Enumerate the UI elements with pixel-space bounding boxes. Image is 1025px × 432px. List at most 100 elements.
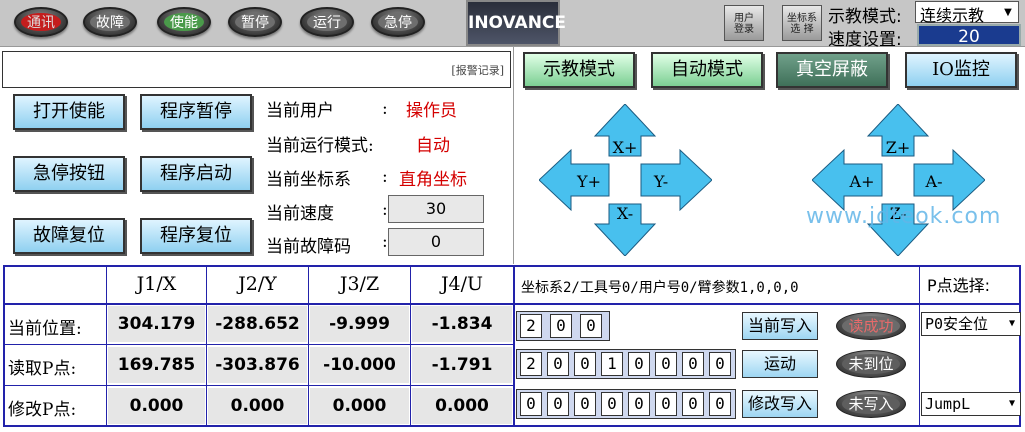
modify-j1-input[interactable]: 0.000 bbox=[108, 388, 205, 424]
xy-jog-pad: X+ X- Y+ Y- bbox=[539, 104, 712, 256]
divider bbox=[513, 265, 515, 427]
program-start-button[interactable]: 程序启动 bbox=[140, 156, 252, 192]
digit-cell: 0 bbox=[547, 352, 569, 376]
program-pause-button[interactable]: 程序暂停 bbox=[140, 94, 252, 130]
enable-indicator-lamp: 使能 bbox=[157, 7, 211, 37]
modify-j2-input[interactable]: 0.000 bbox=[208, 388, 307, 424]
program-reset-button[interactable]: 程序复位 bbox=[140, 218, 252, 254]
chevron-down-icon: ▼ bbox=[1005, 394, 1019, 414]
alarm-record-link[interactable]: [报警记录] bbox=[451, 62, 504, 78]
digit-cell[interactable]: 0 bbox=[547, 392, 569, 416]
watermark: www.jdteok.com bbox=[806, 204, 1002, 229]
read-j2-value: -303.876 bbox=[208, 347, 307, 383]
row-label-modify-p: 修改P点: bbox=[8, 400, 77, 420]
digit-cell[interactable]: 0 bbox=[682, 392, 704, 416]
user-login-line1: 用户 bbox=[734, 13, 754, 24]
digit-cell: 0 bbox=[628, 352, 650, 376]
vacuum-mask-button[interactable]: 真空屏蔽 bbox=[776, 52, 888, 88]
fault-code-value: 0 bbox=[388, 228, 484, 256]
io-monitor-button[interactable]: IO监控 bbox=[905, 52, 1017, 88]
digit-cell: 1 bbox=[601, 352, 623, 376]
current-write-button[interactable]: 当前写入 bbox=[742, 312, 818, 340]
colon: : bbox=[382, 232, 388, 252]
modify-j3-input[interactable]: 0.000 bbox=[310, 388, 409, 424]
speed-setting-input[interactable]: 20 bbox=[917, 24, 1021, 47]
p-point-value: P0安全位 bbox=[925, 315, 989, 333]
current-j1-value: 304.179 bbox=[108, 306, 205, 342]
run-lamp-label: 运行 bbox=[307, 13, 347, 31]
comm-lamp-label: 通讯 bbox=[21, 13, 61, 31]
fault-reset-button[interactable]: 故障复位 bbox=[13, 218, 125, 254]
y-minus-label: Y- bbox=[653, 172, 669, 191]
a-plus-label: A+ bbox=[849, 172, 875, 191]
colon: : bbox=[382, 167, 388, 187]
row-label-current-pos: 当前位置: bbox=[8, 319, 82, 339]
fault-indicator-lamp: 故障 bbox=[83, 7, 137, 37]
p-select-label: P点选择: bbox=[927, 276, 991, 295]
open-enable-button[interactable]: 打开使能 bbox=[13, 94, 125, 130]
estop-indicator-lamp: 急停 bbox=[371, 7, 425, 37]
y-plus-label: Y+ bbox=[577, 172, 601, 191]
read-success-label: 读成功 bbox=[842, 316, 900, 336]
enable-lamp-label: 使能 bbox=[164, 13, 204, 31]
divider bbox=[3, 385, 515, 386]
coord-select-button[interactable]: 坐标系选 择 bbox=[782, 5, 822, 41]
not-in-position-label: 未到位 bbox=[842, 354, 900, 374]
run-mode-label: 当前运行模式: bbox=[266, 136, 374, 156]
user-login-button[interactable]: 用户 登录 bbox=[724, 5, 764, 41]
za-jog-arrows bbox=[812, 104, 985, 256]
z-plus-label: Z+ bbox=[885, 138, 911, 157]
estop-lamp-label: 急停 bbox=[378, 13, 418, 31]
current-speed-value: 30 bbox=[388, 195, 484, 223]
motion-type-value: JumpL bbox=[925, 395, 971, 413]
za-jog-pad: Z+ Z- A+ A- bbox=[812, 104, 985, 256]
coord-select-line1: 坐标系 bbox=[787, 13, 817, 24]
col-header-j2: J2/Y bbox=[238, 273, 277, 295]
divider bbox=[3, 303, 1021, 305]
coord-select-line2: 选 择 bbox=[790, 24, 814, 35]
digit-cell[interactable]: 0 bbox=[601, 392, 623, 416]
current-speed-label: 当前速度 bbox=[266, 204, 334, 224]
teach-mode-button[interactable]: 示教模式 bbox=[523, 52, 635, 88]
digit-cell: 0 bbox=[574, 352, 596, 376]
digit-cell[interactable]: 0 bbox=[520, 392, 542, 416]
chevron-down-icon: ▼ bbox=[1005, 314, 1019, 334]
digit-cell: 2 bbox=[520, 314, 542, 338]
chevron-down-icon: ▼ bbox=[1004, 7, 1012, 18]
digit-cell: 2 bbox=[520, 352, 542, 376]
user-login-line2: 登录 bbox=[734, 24, 754, 35]
move-button[interactable]: 运动 bbox=[742, 350, 818, 378]
alarm-display: [报警记录] bbox=[2, 51, 511, 88]
pause-lamp-label: 暂停 bbox=[235, 13, 275, 31]
teach-mode-value: 连续示教 bbox=[920, 6, 985, 25]
colon: : bbox=[382, 200, 388, 220]
current-user-label: 当前用户 bbox=[266, 101, 334, 121]
read-j4-value: -1.791 bbox=[412, 347, 512, 383]
digit-cell[interactable]: 0 bbox=[574, 392, 596, 416]
modify-write-button[interactable]: 修改写入 bbox=[742, 390, 818, 418]
inovance-logo: INOVANCE bbox=[466, 0, 566, 46]
coord-system-value: 直角坐标 bbox=[399, 170, 467, 190]
panel-divider bbox=[513, 47, 514, 264]
current-j4-value: -1.834 bbox=[412, 306, 512, 342]
current-user-value: 操作员 bbox=[406, 101, 457, 121]
digit-cell[interactable]: 0 bbox=[709, 392, 731, 416]
digit-cell[interactable]: 0 bbox=[628, 392, 650, 416]
not-in-position-lamp: 未到位 bbox=[836, 350, 906, 378]
read-j3-value: -10.000 bbox=[310, 347, 409, 383]
xy-jog-arrows bbox=[539, 104, 712, 256]
p-point-select[interactable]: P0安全位 ▼ bbox=[921, 312, 1021, 336]
estop-button[interactable]: 急停按钮 bbox=[13, 156, 125, 192]
digit-cell[interactable]: 0 bbox=[655, 392, 677, 416]
coord-system-label: 当前坐标系 bbox=[266, 170, 351, 190]
col-header-j1: J1/X bbox=[136, 273, 177, 295]
run-indicator-lamp: 运行 bbox=[300, 7, 354, 37]
auto-mode-button[interactable]: 自动模式 bbox=[651, 52, 763, 88]
pause-indicator-lamp: 暂停 bbox=[228, 7, 282, 37]
divider bbox=[919, 265, 920, 427]
modify-j4-input[interactable]: 0.000 bbox=[412, 388, 512, 424]
teach-mode-select[interactable]: 连续示教 ▼ bbox=[915, 1, 1019, 25]
divider bbox=[3, 344, 515, 345]
motion-type-select[interactable]: JumpL ▼ bbox=[921, 392, 1021, 416]
teach-mode-label: 示教模式: bbox=[828, 7, 902, 27]
